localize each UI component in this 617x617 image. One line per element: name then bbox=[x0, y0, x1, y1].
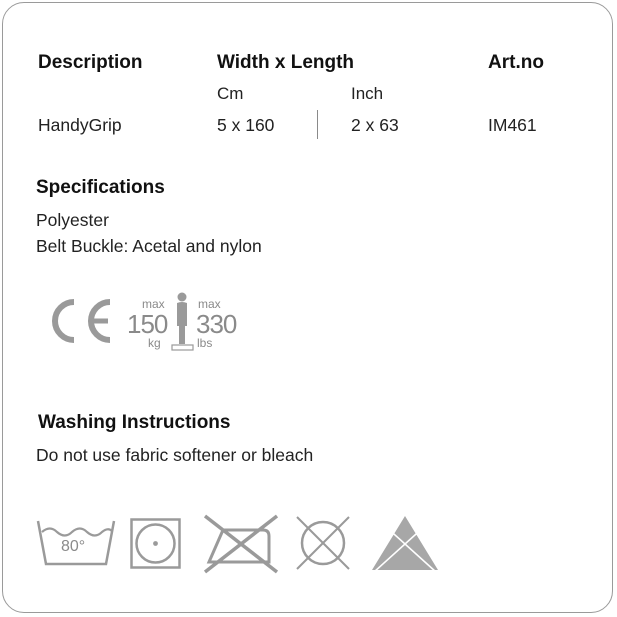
unit-divider bbox=[317, 110, 318, 139]
size-inch: 2 x 63 bbox=[351, 115, 399, 135]
spec-line-buckle: Belt Buckle: Acetal and nylon bbox=[36, 236, 262, 256]
no-dry-clean-icon bbox=[296, 516, 350, 570]
washing-text: Do not use fabric softener or bleach bbox=[36, 445, 314, 465]
article-number: IM461 bbox=[488, 115, 537, 135]
washing-title: Washing Instructions bbox=[38, 412, 231, 433]
no-iron-icon bbox=[203, 514, 279, 574]
tumble-dry-icon bbox=[130, 518, 181, 569]
person-on-scale-icon bbox=[171, 292, 194, 351]
product-name: HandyGrip bbox=[38, 115, 122, 135]
unit-inch-label: Inch bbox=[351, 84, 384, 103]
spec-line-material: Polyester bbox=[36, 210, 109, 230]
no-bleach-icon bbox=[372, 515, 438, 573]
ce-mark-icon bbox=[52, 299, 111, 343]
specifications-title: Specifications bbox=[36, 177, 165, 198]
size-cm: 5 x 160 bbox=[217, 115, 275, 135]
description-header: Description bbox=[38, 52, 143, 73]
lbs-unit-label: lbs bbox=[197, 336, 213, 350]
dimensions-header: Width x Length bbox=[217, 52, 355, 73]
wash-temperature-label: 80° bbox=[61, 538, 86, 555]
kg-unit-label: kg bbox=[148, 336, 161, 350]
art-no-header: Art.no bbox=[488, 52, 544, 73]
unit-cm-label: Cm bbox=[217, 84, 244, 103]
